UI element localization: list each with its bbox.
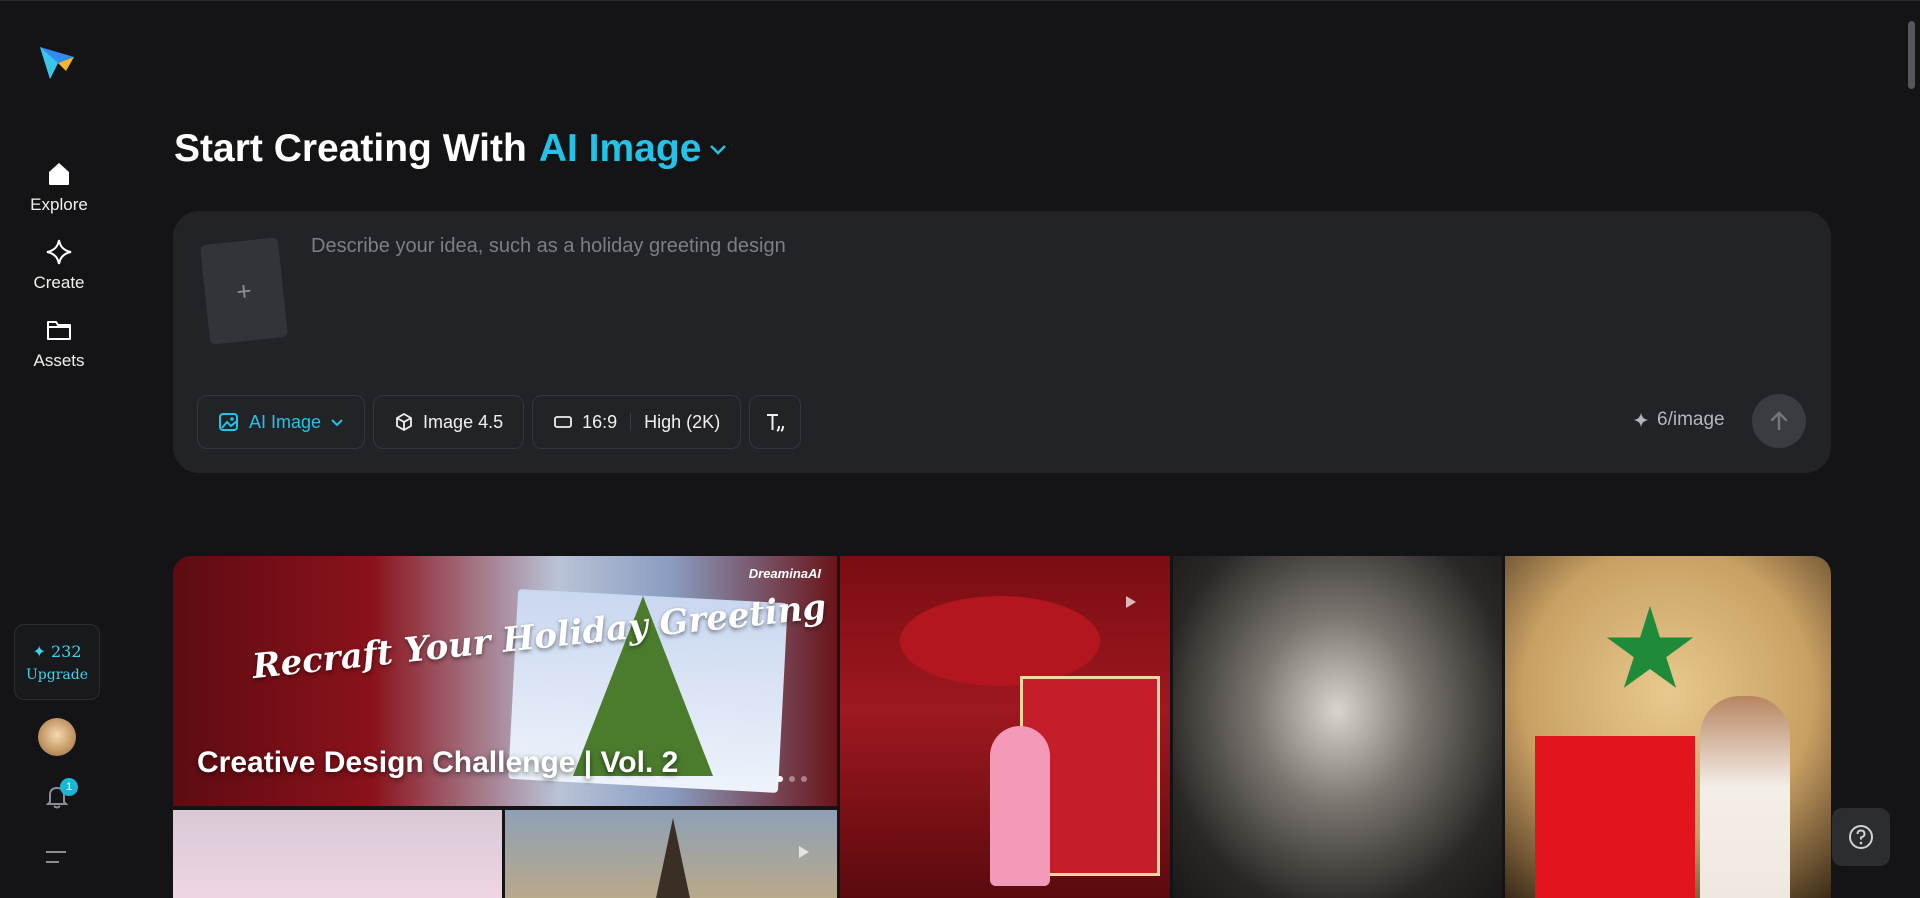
banner-brand: DreaminaAI xyxy=(748,566,821,581)
cube-icon xyxy=(396,413,412,431)
carousel-dot[interactable] xyxy=(777,776,783,782)
prompt-input[interactable] xyxy=(311,235,1791,355)
dreamina-logo[interactable] xyxy=(36,41,78,83)
chevron-down-icon xyxy=(710,145,727,155)
menu-icon[interactable] xyxy=(43,847,69,867)
credits-count: ✦ 232 xyxy=(32,641,82,661)
arrow-up-icon xyxy=(1770,411,1788,431)
featured-banner[interactable]: Recraft Your Holiday Greeting DreaminaAI… xyxy=(173,556,837,806)
nav-create-label: Create xyxy=(33,273,85,292)
gift-box-shape xyxy=(1535,736,1695,898)
red-bow-shape xyxy=(900,596,1100,686)
aspect-ratio-icon xyxy=(554,416,573,428)
title-prefix: Start Creating With xyxy=(174,127,527,170)
play-icon xyxy=(799,846,809,858)
app-window: Explore Create Assets ✦ 232 Upgrade 1 St… xyxy=(0,0,1920,898)
person-figure xyxy=(1700,696,1790,898)
question-icon xyxy=(1849,825,1873,849)
generate-button[interactable] xyxy=(1752,394,1806,448)
scrollbar[interactable] xyxy=(1903,1,1920,898)
scrollbar-thumb[interactable] xyxy=(1908,21,1915,89)
banner-caption: Creative Design Challenge | Vol. 2 xyxy=(197,746,679,779)
notification-badge: 1 xyxy=(60,778,78,796)
gallery-item-blossom[interactable] xyxy=(173,810,502,898)
nav-assets-label: Assets xyxy=(33,351,85,370)
gallery-item-veil-portrait[interactable] xyxy=(1173,556,1502,898)
gallery-item-gift-portrait[interactable] xyxy=(1505,556,1831,898)
home-icon xyxy=(44,159,74,189)
prompt-composer: + AI Image Image 4.5 16:9 High (2K) xyxy=(173,211,1831,473)
gallery-item-christmas-bow[interactable] xyxy=(840,556,1170,898)
doll-figure xyxy=(990,726,1050,886)
nav-assets[interactable]: Assets xyxy=(14,315,104,379)
carousel-dot[interactable] xyxy=(789,776,795,782)
model-label: Image 4.5 xyxy=(423,411,504,432)
cost-label: 6/image xyxy=(1657,409,1725,430)
folder-icon xyxy=(44,315,74,345)
ratio-quality-button[interactable]: 16:9 High (2K) xyxy=(532,395,742,449)
image-spark-icon xyxy=(219,413,238,431)
model-select-button[interactable]: Image 4.5 xyxy=(373,395,525,449)
sidebar: Explore Create Assets ✦ 232 Upgrade 1 xyxy=(0,1,118,898)
image-upload-button[interactable]: + xyxy=(199,237,289,345)
inspiration-gallery: Recraft Your Holiday Greeting DreaminaAI… xyxy=(173,556,1831,898)
sparkle-icon xyxy=(1634,413,1648,427)
page-title: Start Creating With AI Image xyxy=(174,127,729,171)
help-button[interactable] xyxy=(1832,808,1890,866)
chevron-down-icon xyxy=(331,419,343,427)
mode-select-button[interactable]: AI Image xyxy=(197,395,366,449)
sparkle-icon xyxy=(44,237,74,267)
mode-label: AI Image xyxy=(249,411,322,432)
nav-create[interactable]: Create xyxy=(14,237,104,301)
cost-indicator: 6/image xyxy=(1633,409,1725,431)
star-balloon-shape xyxy=(1606,606,1694,688)
text-quote-icon xyxy=(767,414,785,432)
composer-toolbar: AI Image Image 4.5 16:9 High (2K) xyxy=(197,395,802,449)
credits-upgrade-panel[interactable]: ✦ 232 Upgrade xyxy=(14,624,100,700)
plus-icon: + xyxy=(234,274,254,307)
text-style-button[interactable] xyxy=(749,395,802,449)
title-mode: AI Image xyxy=(538,127,702,170)
nav-explore-label: Explore xyxy=(30,195,88,214)
mode-dropdown-title[interactable]: AI Image xyxy=(539,127,730,171)
nav-explore[interactable]: Explore xyxy=(14,159,104,223)
avatar[interactable] xyxy=(38,718,76,756)
carousel-dots[interactable] xyxy=(777,776,807,782)
eiffel-tower-shape xyxy=(655,818,691,898)
play-icon xyxy=(1126,596,1136,608)
upgrade-link[interactable]: Upgrade xyxy=(26,667,88,683)
gallery-item-eiffel[interactable] xyxy=(505,810,837,898)
ratio-label: 16:9 xyxy=(582,411,618,432)
divider xyxy=(630,413,632,431)
carousel-dot[interactable] xyxy=(801,776,807,782)
quality-label: High (2K) xyxy=(644,411,721,432)
